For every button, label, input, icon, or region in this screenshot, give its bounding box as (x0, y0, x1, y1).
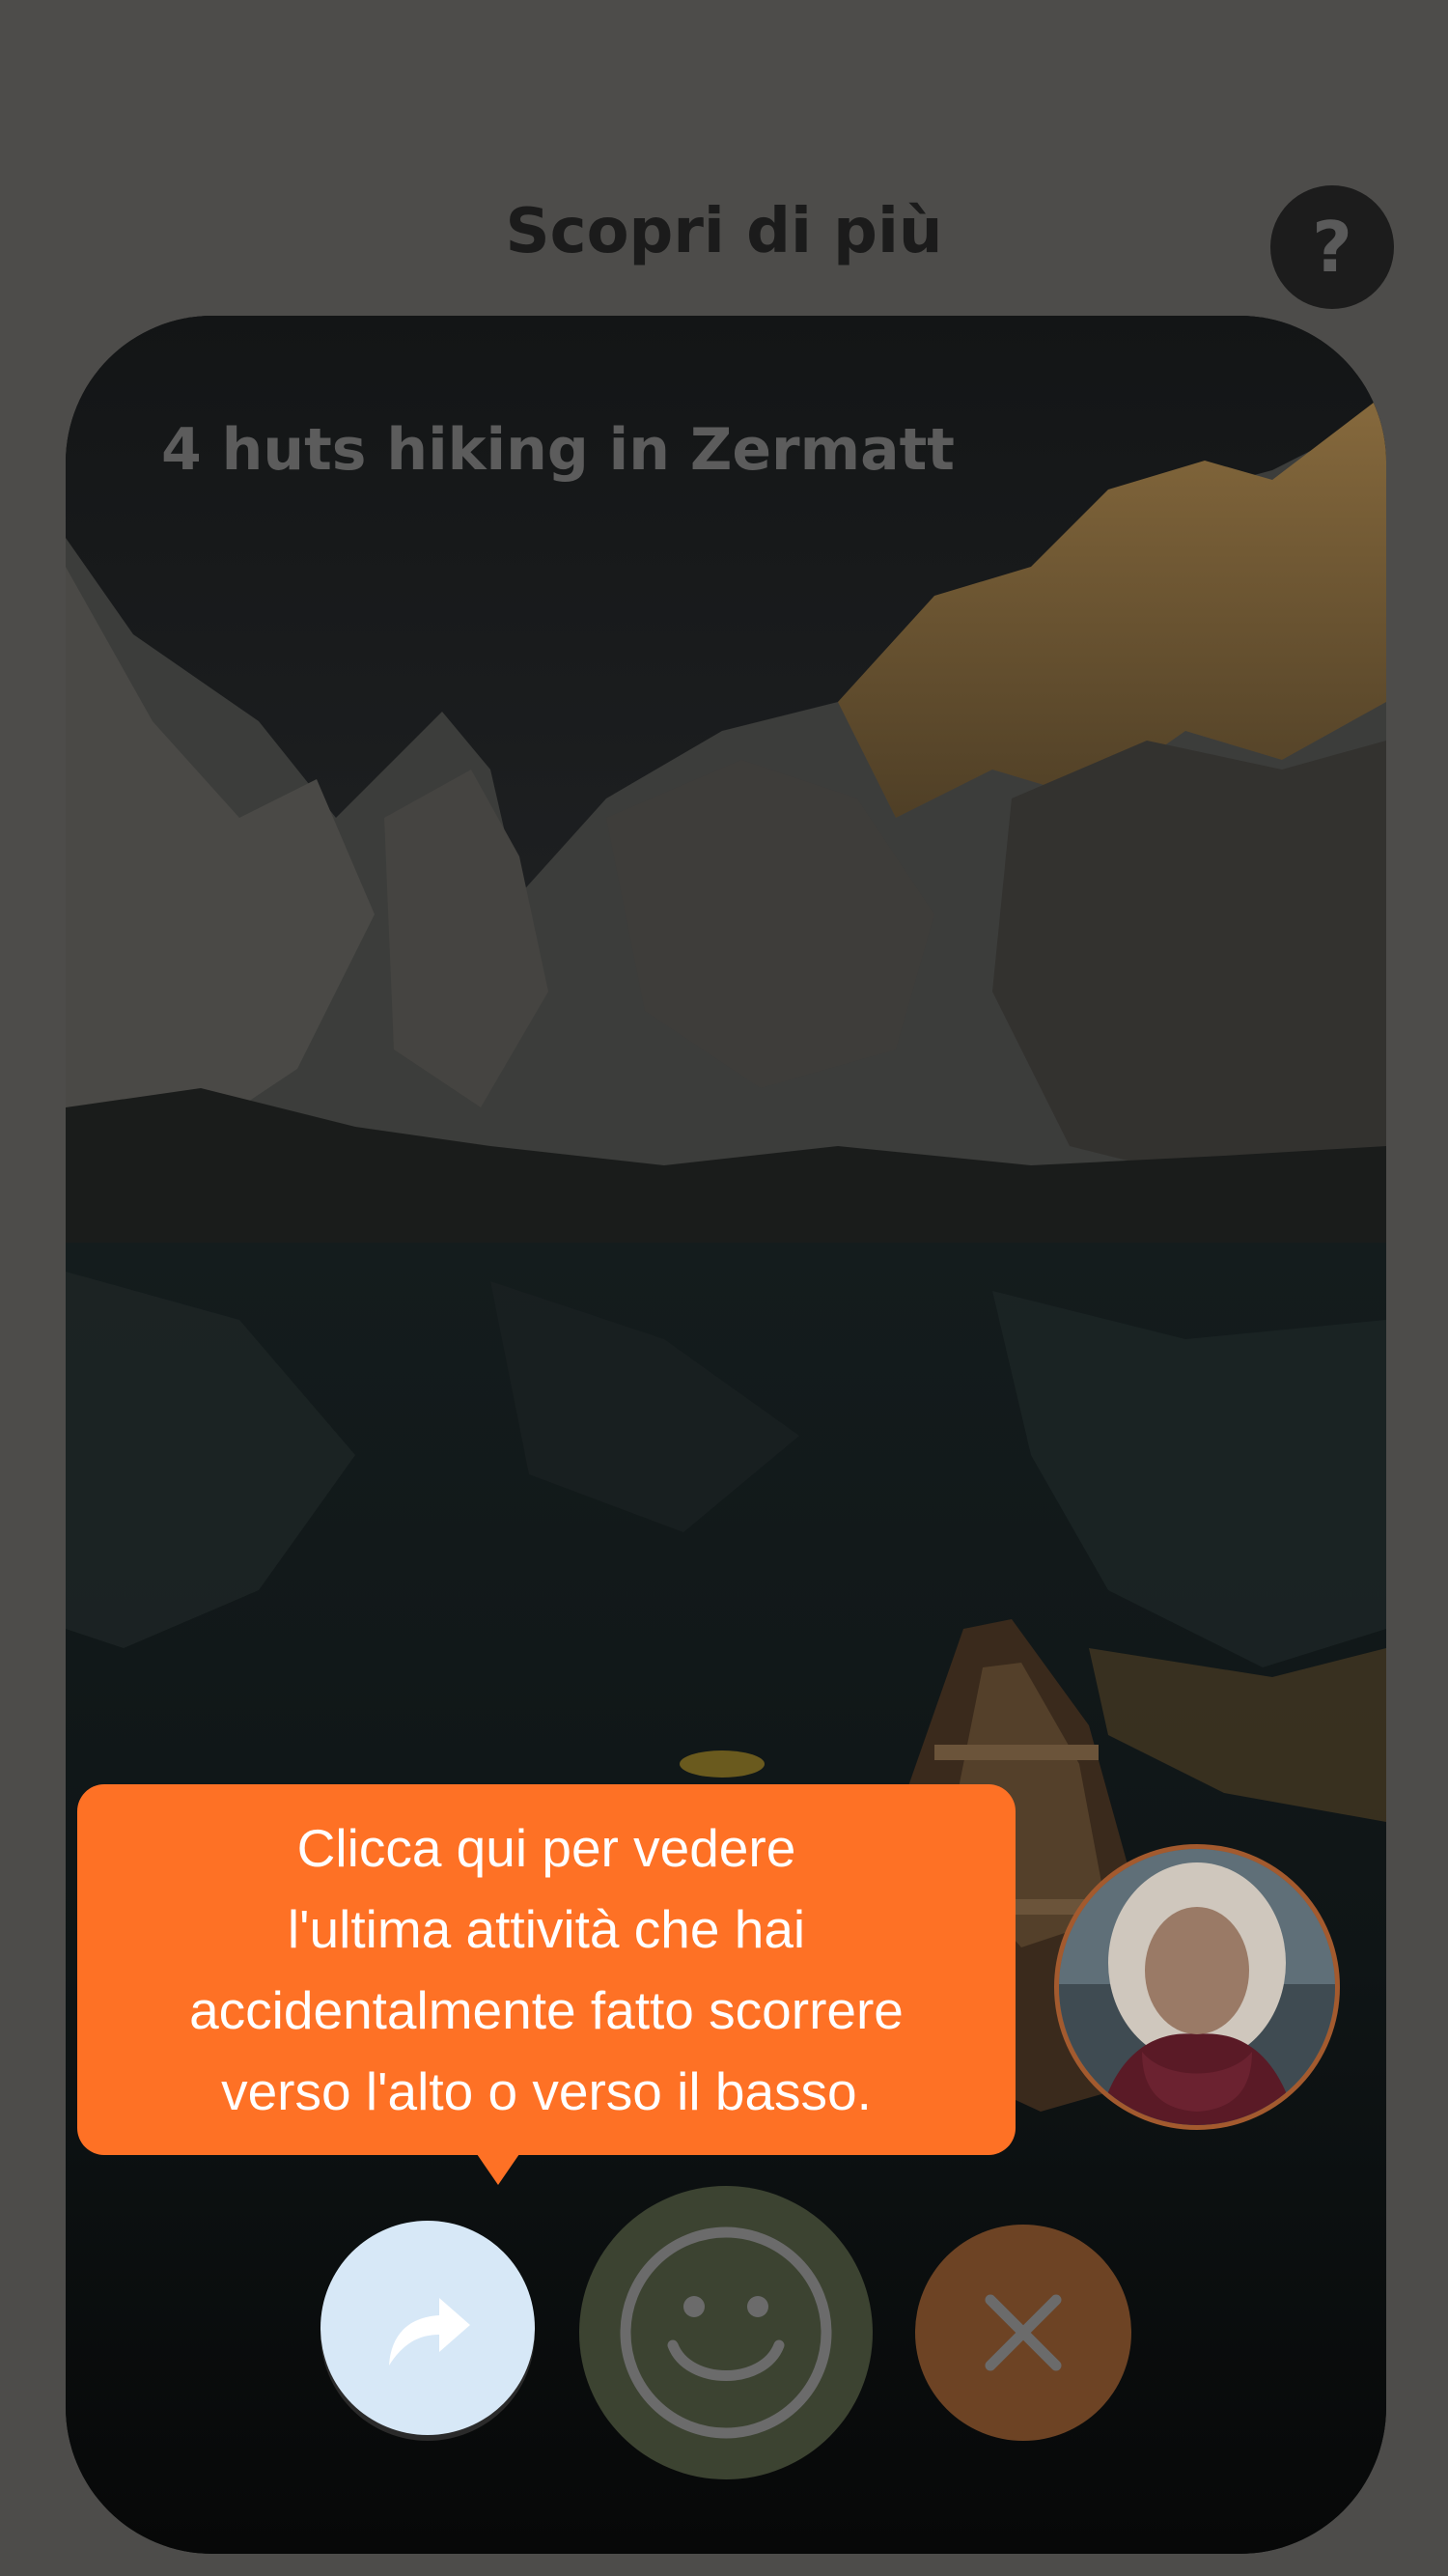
tooltip-line: Clicca qui per vedere (296, 1818, 796, 1878)
undo-button[interactable] (320, 2221, 535, 2435)
question-mark-icon: ? (1312, 207, 1352, 288)
page-title: Scopri di più (505, 196, 943, 267)
like-button[interactable] (579, 2186, 873, 2479)
dismiss-button[interactable] (915, 2225, 1131, 2441)
card-title: 4 huts hiking in Zermatt (161, 416, 955, 484)
tooltip-text: Clicca qui per vedere l'ultima attività … (189, 1807, 904, 2132)
help-button[interactable]: ? (1270, 185, 1394, 309)
tooltip-pointer (477, 2154, 519, 2185)
tooltip-line: accidentalmente fatto scorrere (189, 1980, 904, 2040)
smiley-face-icon (620, 2226, 832, 2439)
tooltip-line: verso l'alto o verso il basso. (221, 2061, 872, 2121)
undo-arrow-icon (389, 2298, 470, 2366)
host-avatar[interactable] (1054, 1844, 1340, 2130)
close-x-icon (985, 2294, 1062, 2371)
undo-tooltip: Clicca qui per vedere l'ultima attività … (77, 1784, 1016, 2185)
tooltip-line: l'ultima attività che hai (287, 1899, 806, 1959)
host-avatar-photo (1059, 1849, 1335, 2125)
